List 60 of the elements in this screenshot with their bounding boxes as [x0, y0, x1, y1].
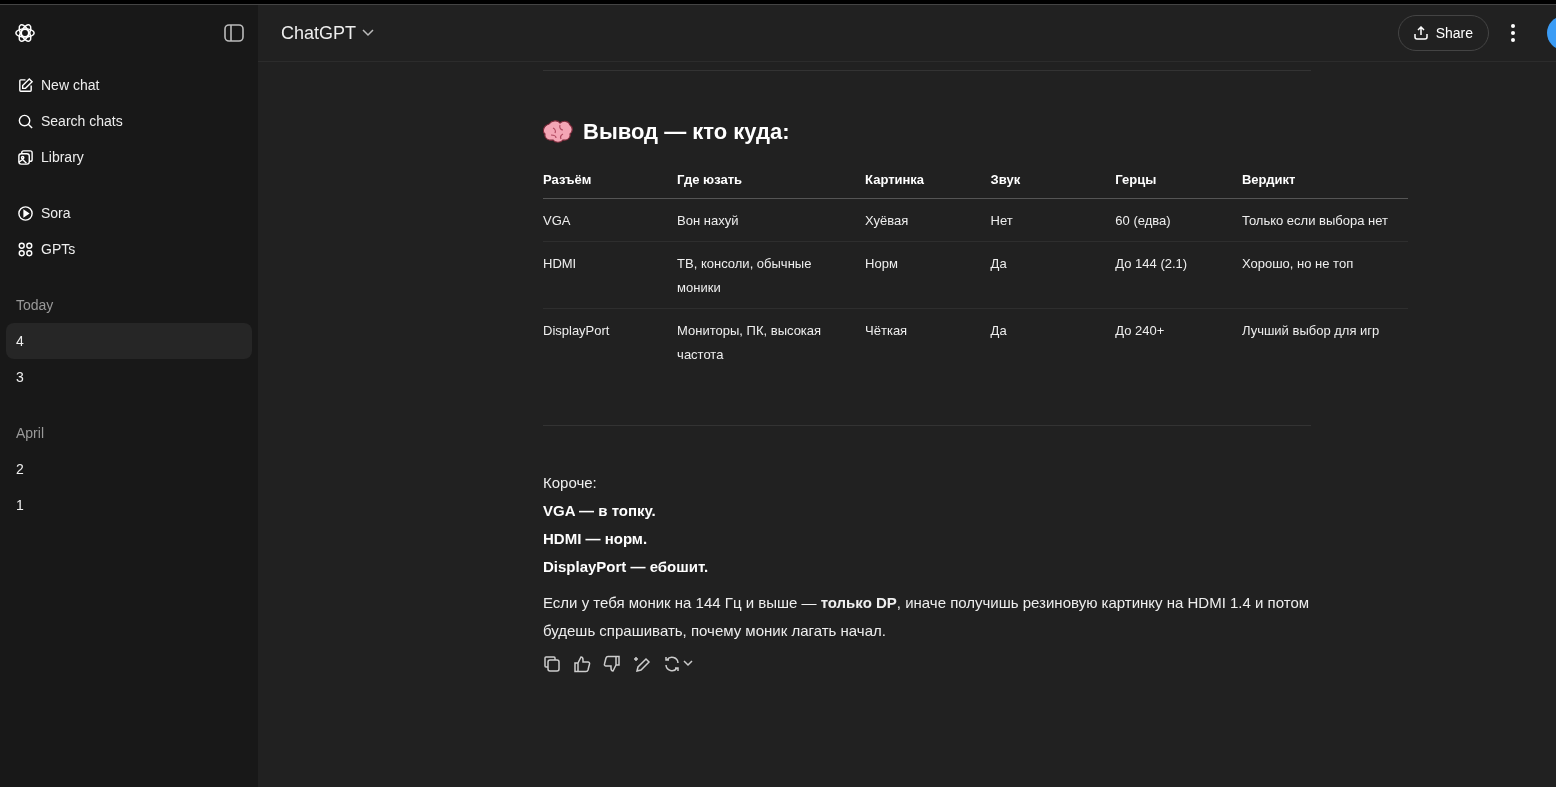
summary-line: DisplayPort — ебошит. — [543, 556, 710, 577]
brain-icon — [543, 119, 573, 144]
thumbs-up-icon[interactable] — [573, 654, 591, 673]
table-cell: До 144 (2.1) — [1115, 241, 1242, 308]
table-cell: Хорошо, но не топ — [1241, 241, 1408, 308]
table-cell: Вон нахуй — [677, 198, 866, 241]
summary-line: VGA — в топку. — [543, 500, 657, 521]
message-paragraph: Если у тебя моник на 144 Гц и выше — только DP, иначе получишь резиновую картинку на HDMI 1.4 и потом будешь спрашивать, почему моник лагать начал. — [543, 592, 1311, 641]
section-label: Today — [15, 295, 55, 315]
copy-icon[interactable] — [543, 654, 561, 673]
table-cell: Хуёвая — [865, 198, 991, 241]
sidebar-nav-item[interactable]: Search chats — [6, 103, 252, 139]
table-cell: DisplayPort — [543, 308, 678, 375]
sidebar-toggle-icon[interactable] — [224, 24, 244, 42]
table-cell: До 240+ — [1115, 308, 1242, 375]
logo-icon[interactable] — [14, 22, 36, 44]
section-heading: Вывод — кто куда: — [583, 118, 790, 146]
summary-line: HDMI — норм. — [543, 528, 649, 549]
column-header: Где юзать — [677, 170, 866, 198]
sidebar-nav-item[interactable]: GPTs — [6, 231, 252, 267]
table-cell: Да — [990, 308, 1116, 375]
chat-history-item[interactable]: 4 — [6, 323, 252, 359]
sidebar-nav-item[interactable]: Library — [6, 139, 252, 175]
table-cell: ТВ, консоли, обычные моники — [677, 241, 866, 308]
regenerate-button[interactable] — [663, 654, 693, 673]
table-cell: Норм — [865, 241, 991, 308]
table-cell: Мониторы, ПК, высокая частота — [677, 308, 866, 375]
chat-history-item[interactable]: 1 — [6, 487, 252, 523]
table-cell: VGA — [543, 198, 678, 241]
compose-icon — [17, 76, 34, 94]
chevron-down-icon — [683, 660, 693, 667]
summary-line: Короче: — [543, 472, 598, 493]
chevron-down-icon — [362, 29, 375, 37]
table-cell: HDMI — [543, 241, 678, 308]
refresh-icon — [663, 654, 681, 673]
column-header: Вердикт — [1241, 170, 1408, 198]
column-header: Разъём — [543, 170, 678, 198]
section-label: April — [15, 423, 45, 443]
sidebar-nav-item[interactable]: Sora — [6, 195, 252, 231]
table-cell: Только если выбора нет — [1241, 198, 1408, 241]
images-icon — [17, 148, 34, 166]
chat-history-item[interactable]: 3 — [6, 359, 252, 395]
share-icon — [1413, 26, 1428, 40]
table-cell: 60 (едва) — [1115, 198, 1242, 241]
column-header: Звук — [990, 170, 1116, 198]
table-cell: Чёткая — [865, 308, 991, 375]
column-header: Картинка — [865, 170, 991, 198]
chat-history-item[interactable]: 2 — [6, 451, 252, 487]
edit-icon[interactable] — [633, 654, 651, 673]
table-cell: Лучший выбор для игр — [1241, 308, 1408, 375]
column-header: Герцы — [1115, 170, 1242, 198]
model-selector[interactable]: ChatGPT — [281, 19, 375, 47]
more-options-icon[interactable] — [1511, 24, 1515, 42]
grid-circles-icon — [17, 240, 34, 258]
sidebar-nav-item[interactable]: New chat — [6, 67, 252, 103]
thumbs-down-icon[interactable] — [603, 654, 621, 673]
play-circle-icon — [17, 204, 34, 222]
table-cell: Нет — [990, 198, 1116, 241]
table-cell: Да — [990, 241, 1116, 308]
search-icon — [17, 112, 34, 130]
